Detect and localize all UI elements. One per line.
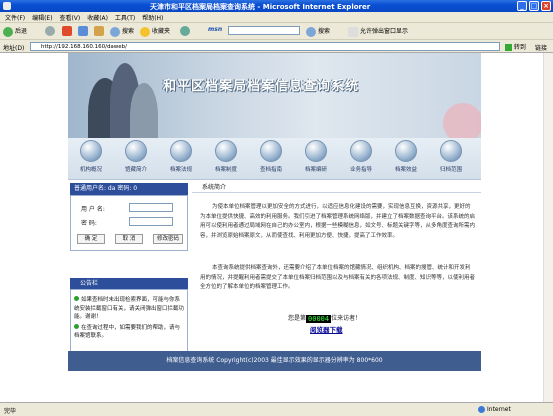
nav-orb-icon [215, 140, 237, 162]
forward-arrow-icon [45, 26, 55, 36]
home-icon [94, 26, 104, 36]
bullet-icon [74, 296, 79, 301]
status-bar: 完毕 Internet [0, 402, 553, 416]
counter-display: 00004 [306, 314, 332, 323]
password-input[interactable] [129, 217, 173, 226]
nav-orb-icon [80, 140, 102, 162]
nav-item[interactable]: 查档指南 [251, 140, 291, 178]
toolbar: 后退 搜索 收藏夹 msn 搜索 允许弹出窗口显示 [0, 23, 553, 40]
login-form: 用 户 名: 密 码: 确 定 取 消 修改密码 [70, 195, 188, 251]
menu-file[interactable]: 文件(F) [5, 13, 25, 22]
banner: 和平区档案局档案信息查询系统 [68, 53, 481, 138]
menu-edit[interactable]: 编辑(E) [32, 13, 52, 22]
nav-item[interactable]: 档案效益 [386, 140, 426, 178]
address-bar: 地址(D) http://192.168.160.160/daweb/ 转到 链… [0, 40, 553, 53]
intro-header: 系统简介 [192, 183, 481, 193]
nav-orb-icon [305, 140, 327, 162]
go-button[interactable]: 转到 [505, 42, 526, 51]
globe-icon [478, 406, 485, 413]
star-icon [140, 26, 150, 37]
notice-item: 在查询过程中，如需要我们的帮助，请与档案馆联系。 [74, 323, 181, 339]
bullet-icon [74, 323, 79, 329]
page-footer: 档案信息查询系统 Copyright(c)2003 最佳显示效果的显示器分辨率为… [68, 351, 481, 371]
stop-icon [62, 26, 72, 36]
banner-person-photo [130, 83, 158, 138]
nav-orb-icon [440, 140, 462, 162]
nav-item[interactable]: 业务指导 [341, 140, 381, 178]
intro-paragraph: 本查询系统提供档案查询外，还需要介绍了本单位档案的馆藏情况、组织机构、档案的搜管… [200, 265, 476, 290]
nav-item[interactable]: 归档范围 [431, 140, 471, 178]
nav-item[interactable]: 档案编研 [296, 140, 336, 178]
stop-button[interactable] [62, 26, 74, 36]
forward-button[interactable] [45, 26, 57, 36]
msn-logo: msn [208, 26, 223, 33]
cancel-button[interactable]: 取 消 [115, 234, 143, 244]
home-button[interactable] [94, 26, 106, 36]
menu-view[interactable]: 查看(V) [59, 13, 80, 22]
nav-orb-icon [125, 140, 147, 162]
title-bar: 天津市和平区档案局档案查询系统 - Microsoft Internet Exp… [0, 0, 553, 12]
username-label: 用 户 名: [81, 206, 105, 213]
zone-indicator: Internet [478, 406, 511, 413]
ie-icon [3, 2, 11, 10]
media-icon [180, 26, 190, 36]
change-password-button[interactable]: 修改密码 [153, 234, 183, 244]
confirm-button[interactable]: 确 定 [77, 234, 105, 244]
go-arrow-icon [505, 44, 512, 51]
menu-favorites[interactable]: 收藏(A) [87, 13, 108, 22]
main-nav: 机构概况 馆藏简介 档案法规 档案制度 查档指南 档案编研 业务指导 档案效益 … [68, 138, 481, 180]
login-header: 普通用户名: da 密码: 0 [70, 183, 188, 195]
address-input[interactable]: http://192.168.160.160/daweb/ [30, 42, 500, 51]
msn-search-button[interactable]: 搜索 [306, 26, 330, 37]
refresh-button[interactable] [78, 26, 90, 36]
back-arrow-icon [3, 26, 13, 37]
banner-arrow-icon [443, 103, 481, 138]
nav-orb-icon [170, 140, 192, 162]
search-icon [110, 26, 120, 37]
refresh-icon [78, 26, 88, 36]
menu-bar: 文件(F) 编辑(E) 查看(V) 收藏(A) 工具(T) 帮助(H) [0, 12, 553, 35]
nav-item[interactable]: 档案制度 [206, 140, 246, 178]
notice-header: 公告栏 [70, 278, 188, 289]
minimize-button[interactable]: _ [517, 1, 527, 11]
status-text: 完毕 [4, 408, 17, 415]
banner-title: 和平区档案局档案信息查询系统 [163, 79, 360, 94]
page-viewport: 和平区档案局档案信息查询系统 机构概况 馆藏简介 档案法规 档案制度 查档指南 … [0, 53, 553, 402]
msn-search-input[interactable] [228, 26, 300, 35]
window-title: 天津市和平区档案局档案查询系统 - Microsoft Internet Exp… [150, 3, 371, 11]
username-input[interactable] [129, 203, 173, 212]
notice-item: 如果查档时未出现检索界面，可能与你系统安装拦截窗口有关，请关闭弹出窗口拦截功能。… [74, 296, 185, 320]
visitor-counter: 您是第 00004 位来访者！ [288, 314, 362, 323]
popup-icon [348, 26, 358, 37]
nav-item[interactable]: 档案法规 [161, 140, 201, 178]
links-button[interactable]: 链接 [535, 43, 547, 52]
favorites-button[interactable]: 收藏夹 [140, 26, 170, 37]
search-icon [306, 26, 316, 37]
address-label: 地址(D) [3, 45, 25, 52]
intro-paragraph: 为使本单位档案管理以更加安全的方式进行，以适应信息化建设的需要，实现信息互换，资… [200, 204, 476, 239]
page-container: 和平区档案局档案信息查询系统 机构概况 馆藏简介 档案法规 档案制度 查档指南 … [68, 53, 481, 402]
nav-item[interactable]: 馆藏简介 [116, 140, 156, 178]
password-label: 密 码: [81, 220, 97, 227]
nav-orb-icon [350, 140, 372, 162]
popup-button[interactable]: 允许弹出窗口显示 [348, 26, 408, 37]
media-button[interactable] [180, 26, 192, 36]
close-button[interactable]: × [541, 1, 551, 11]
menu-tools[interactable]: 工具(T) [115, 13, 135, 22]
search-button[interactable]: 搜索 [110, 26, 134, 37]
vertical-scrollbar[interactable] [543, 53, 553, 402]
menu-help[interactable]: 帮助(H) [142, 13, 163, 22]
nav-item[interactable]: 机构概况 [71, 140, 111, 178]
download-link[interactable]: 阅览器下载 [310, 324, 343, 334]
back-button[interactable]: 后退 [3, 26, 27, 37]
maximize-button[interactable]: □ [529, 1, 539, 11]
nav-orb-icon [395, 140, 417, 162]
nav-orb-icon [260, 140, 282, 162]
